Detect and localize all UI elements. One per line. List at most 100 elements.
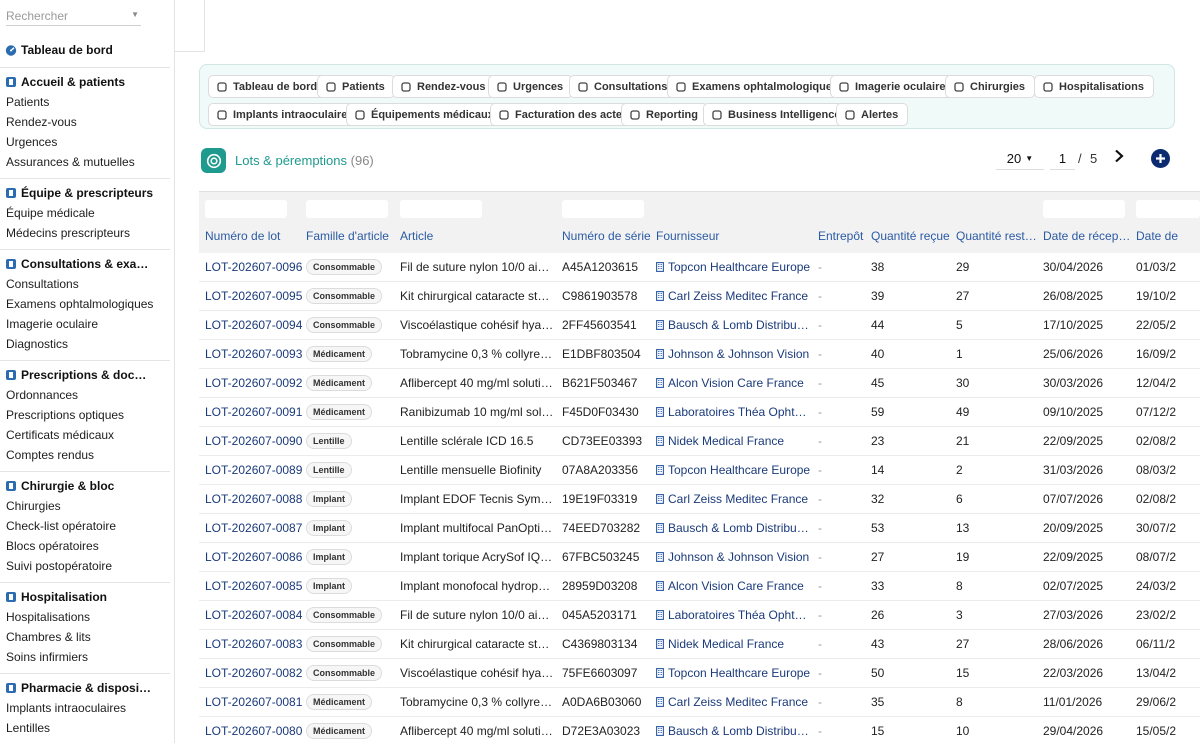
column-header[interactable]: Famille d'article: [306, 229, 396, 243]
module-button[interactable]: Équipements médicaux: [346, 103, 504, 126]
sidebar-group-header[interactable]: Accueil & patients: [0, 72, 170, 92]
module-button[interactable]: Urgences: [488, 75, 574, 98]
column-filter-input[interactable]: [205, 200, 287, 218]
lot-number-link[interactable]: LOT-202607-0096: [205, 253, 303, 282]
column-header[interactable]: Fournisseur: [656, 229, 811, 243]
sidebar-item[interactable]: Imagerie oculaire: [0, 314, 170, 334]
module-button[interactable]: Tableau de bord: [208, 75, 328, 98]
supplier-link[interactable]: Alcon Vision Care France: [656, 369, 811, 398]
supplier-link[interactable]: Bausch & Lomb Distribution: [656, 717, 811, 743]
sidebar-item[interactable]: Blocs opératoires: [0, 536, 170, 556]
lot-number-link[interactable]: LOT-202607-0093: [205, 340, 303, 369]
supplier-link[interactable]: Alcon Vision Care France: [656, 572, 811, 601]
sidebar-item[interactable]: Examens ophtalmologiques: [0, 294, 170, 314]
lot-number-link[interactable]: LOT-202607-0088: [205, 485, 303, 514]
column-filter-input[interactable]: [1136, 200, 1200, 218]
sidebar-group-header[interactable]: Consultations & exa…: [0, 254, 170, 274]
lot-number-link[interactable]: LOT-202607-0091: [205, 398, 303, 427]
table-row[interactable]: LOT-202607-0095 Consommable Kit chirurgica…: [199, 282, 1200, 311]
module-button[interactable]: Rendez-vous: [392, 75, 496, 98]
search-input[interactable]: [6, 7, 126, 25]
table-row[interactable]: LOT-202607-0080 Médicament Aflibercept 40 …: [199, 717, 1200, 743]
supplier-link[interactable]: Bausch & Lomb Distribution: [656, 311, 811, 340]
module-button[interactable]: Business Intelligence: [703, 103, 851, 126]
column-header[interactable]: Entrepôt: [818, 229, 868, 243]
supplier-link[interactable]: Laboratoires Théa Ophtal…: [656, 398, 811, 427]
table-row[interactable]: LOT-202607-0081 Médicament Tobramycine 0,3…: [199, 688, 1200, 717]
column-filter-input[interactable]: [562, 200, 644, 218]
supplier-link[interactable]: Laboratoires Théa Ophtal…: [656, 601, 811, 630]
lot-number-link[interactable]: LOT-202607-0086: [205, 543, 303, 572]
supplier-link[interactable]: Nidek Medical France: [656, 427, 811, 456]
sidebar-item[interactable]: Certificats médicaux: [0, 425, 170, 445]
module-button[interactable]: Reporting: [621, 103, 708, 126]
supplier-link[interactable]: Carl Zeiss Meditec France: [656, 282, 811, 311]
table-row[interactable]: LOT-202607-0085 Implant Implant monofocal …: [199, 572, 1200, 601]
sidebar-item[interactable]: Suivi postopératoire: [0, 556, 170, 576]
supplier-link[interactable]: Topcon Healthcare Europe: [656, 456, 811, 485]
sidebar-item[interactable]: Soins infirmiers: [0, 647, 170, 667]
sidebar-item[interactable]: Urgences: [0, 132, 170, 152]
lot-number-link[interactable]: LOT-202607-0083: [205, 630, 303, 659]
table-row[interactable]: LOT-202607-0092 Médicament Aflibercept 40 …: [199, 369, 1200, 398]
column-header[interactable]: Quantité rest…: [956, 229, 1038, 243]
table-row[interactable]: LOT-202607-0096 Consommable Fil de suture …: [199, 253, 1200, 282]
table-row[interactable]: LOT-202607-0093 Médicament Tobramycine 0,3…: [199, 340, 1200, 369]
module-button[interactable]: Patients: [317, 75, 395, 98]
search-box[interactable]: ▼: [6, 7, 141, 26]
table-row[interactable]: LOT-202607-0089 Lentille Lentille mensuell…: [199, 456, 1200, 485]
sidebar-item[interactable]: Assurances & mutuelles: [0, 152, 170, 172]
table-row[interactable]: LOT-202607-0086 Implant Implant torique Ac…: [199, 543, 1200, 572]
column-filter-input[interactable]: [306, 200, 388, 218]
sidebar-item[interactable]: Lentilles: [0, 718, 170, 738]
sidebar-item[interactable]: Check-list opératoire: [0, 516, 170, 536]
table-row[interactable]: LOT-202607-0091 Médicament Ranibizumab 10 …: [199, 398, 1200, 427]
supplier-link[interactable]: Johnson & Johnson Vision: [656, 340, 811, 369]
supplier-link[interactable]: Johnson & Johnson Vision: [656, 543, 811, 572]
lot-number-link[interactable]: LOT-202607-0095: [205, 282, 303, 311]
module-button[interactable]: Hospitalisations: [1034, 75, 1154, 98]
sidebar-group-header[interactable]: Hospitalisation: [0, 587, 170, 607]
supplier-link[interactable]: Carl Zeiss Meditec France: [656, 485, 811, 514]
table-row[interactable]: LOT-202607-0083 Consommable Kit chirurgica…: [199, 630, 1200, 659]
column-header[interactable]: Numéro de série: [562, 229, 652, 243]
column-header[interactable]: Date de récep…: [1043, 229, 1131, 243]
sidebar-group-header[interactable]: Chirurgie & bloc: [0, 476, 170, 496]
table-row[interactable]: LOT-202607-0082 Consommable Viscoélastique…: [199, 659, 1200, 688]
column-header[interactable]: Numéro de lot: [205, 229, 303, 243]
sidebar-item[interactable]: Rendez-vous: [0, 112, 170, 132]
lot-number-link[interactable]: LOT-202607-0092: [205, 369, 303, 398]
column-filter-input[interactable]: [400, 200, 482, 218]
module-button[interactable]: Alertes: [836, 103, 909, 126]
lot-number-link[interactable]: LOT-202607-0081: [205, 688, 303, 717]
table-row[interactable]: LOT-202607-0088 Implant Implant EDOF Tecni…: [199, 485, 1200, 514]
sidebar-item-dashboard[interactable]: Tableau de bord: [0, 40, 170, 60]
supplier-link[interactable]: Carl Zeiss Meditec France: [656, 688, 811, 717]
table-row[interactable]: LOT-202607-0087 Implant Implant multifocal…: [199, 514, 1200, 543]
column-header[interactable]: Article: [400, 229, 555, 243]
next-page-button[interactable]: [1112, 146, 1126, 166]
sidebar-item[interactable]: Médecins prescripteurs: [0, 223, 170, 243]
lot-number-link[interactable]: LOT-202607-0089: [205, 456, 303, 485]
table-row[interactable]: LOT-202607-0094 Consommable Viscoélastique…: [199, 311, 1200, 340]
supplier-link[interactable]: Nidek Medical France: [656, 630, 811, 659]
lot-number-link[interactable]: LOT-202607-0090: [205, 427, 303, 456]
page-size-select[interactable]: 20 ▼: [996, 148, 1044, 170]
chevron-down-icon[interactable]: ▼: [131, 10, 139, 19]
sidebar-item[interactable]: Hospitalisations: [0, 607, 170, 627]
sidebar-item[interactable]: Patients: [0, 92, 170, 112]
supplier-link[interactable]: Bausch & Lomb Distribution: [656, 514, 811, 543]
lot-number-link[interactable]: LOT-202607-0085: [205, 572, 303, 601]
current-page-input[interactable]: 1: [1050, 148, 1075, 170]
lot-number-link[interactable]: LOT-202607-0094: [205, 311, 303, 340]
module-button[interactable]: Imagerie oculaire: [830, 75, 956, 98]
sidebar-group-header[interactable]: Prescriptions & doc…: [0, 365, 170, 385]
module-button[interactable]: Examens ophtalmologiques: [667, 75, 849, 98]
table-row[interactable]: LOT-202607-0084 Consommable Fil de suture …: [199, 601, 1200, 630]
column-header[interactable]: Date de: [1136, 229, 1200, 243]
supplier-link[interactable]: Topcon Healthcare Europe: [656, 253, 811, 282]
module-button[interactable]: Consultations: [569, 75, 678, 98]
column-header[interactable]: Quantité reçue: [871, 229, 953, 243]
table-row[interactable]: LOT-202607-0090 Lentille Lentille sclérale…: [199, 427, 1200, 456]
sidebar-item[interactable]: Chirurgies: [0, 496, 170, 516]
